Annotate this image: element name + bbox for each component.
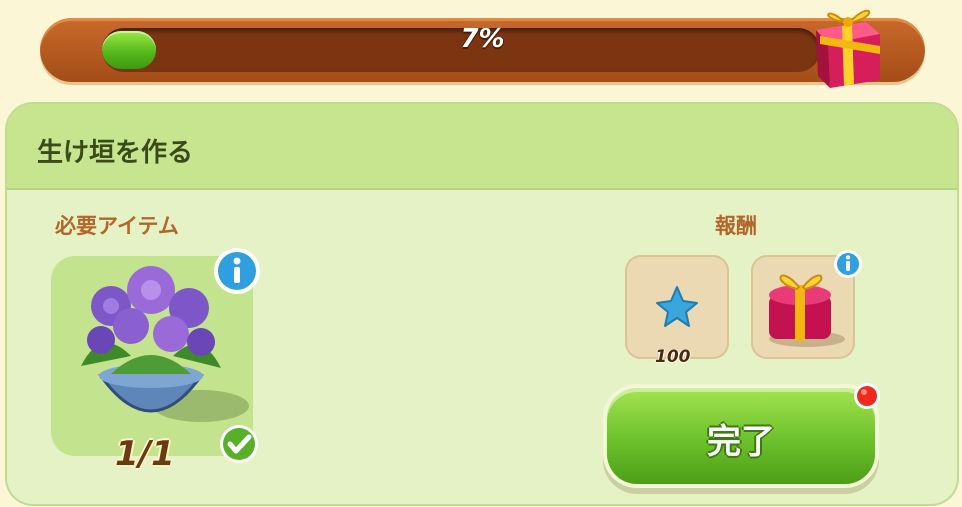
progress-percent: 7% — [460, 24, 505, 54]
notification-dot-icon — [854, 383, 880, 409]
reward-amount: 100 — [655, 347, 691, 367]
complete-button-label: 完了 — [707, 422, 775, 462]
panel-header: 生け垣を作る — [7, 104, 957, 190]
reward-tile-star[interactable] — [625, 255, 729, 359]
blue-star-icon — [656, 286, 698, 327]
checkmark-icon — [220, 425, 258, 463]
info-icon[interactable] — [212, 246, 262, 296]
required-items-label: 必要アイテム — [55, 214, 179, 238]
complete-button[interactable]: 完了 — [607, 388, 875, 484]
task-title: 生け垣を作る — [37, 138, 194, 168]
gift-box-icon[interactable] — [808, 0, 890, 88]
info-icon[interactable] — [833, 249, 863, 279]
task-panel: 生け垣を作る 必要アイテム 報酬 1/1 100 完了 — [7, 104, 957, 504]
progress-bar: 7% — [40, 18, 925, 82]
item-count: 1/1 — [115, 434, 175, 474]
reward-label: 報酬 — [715, 214, 757, 238]
